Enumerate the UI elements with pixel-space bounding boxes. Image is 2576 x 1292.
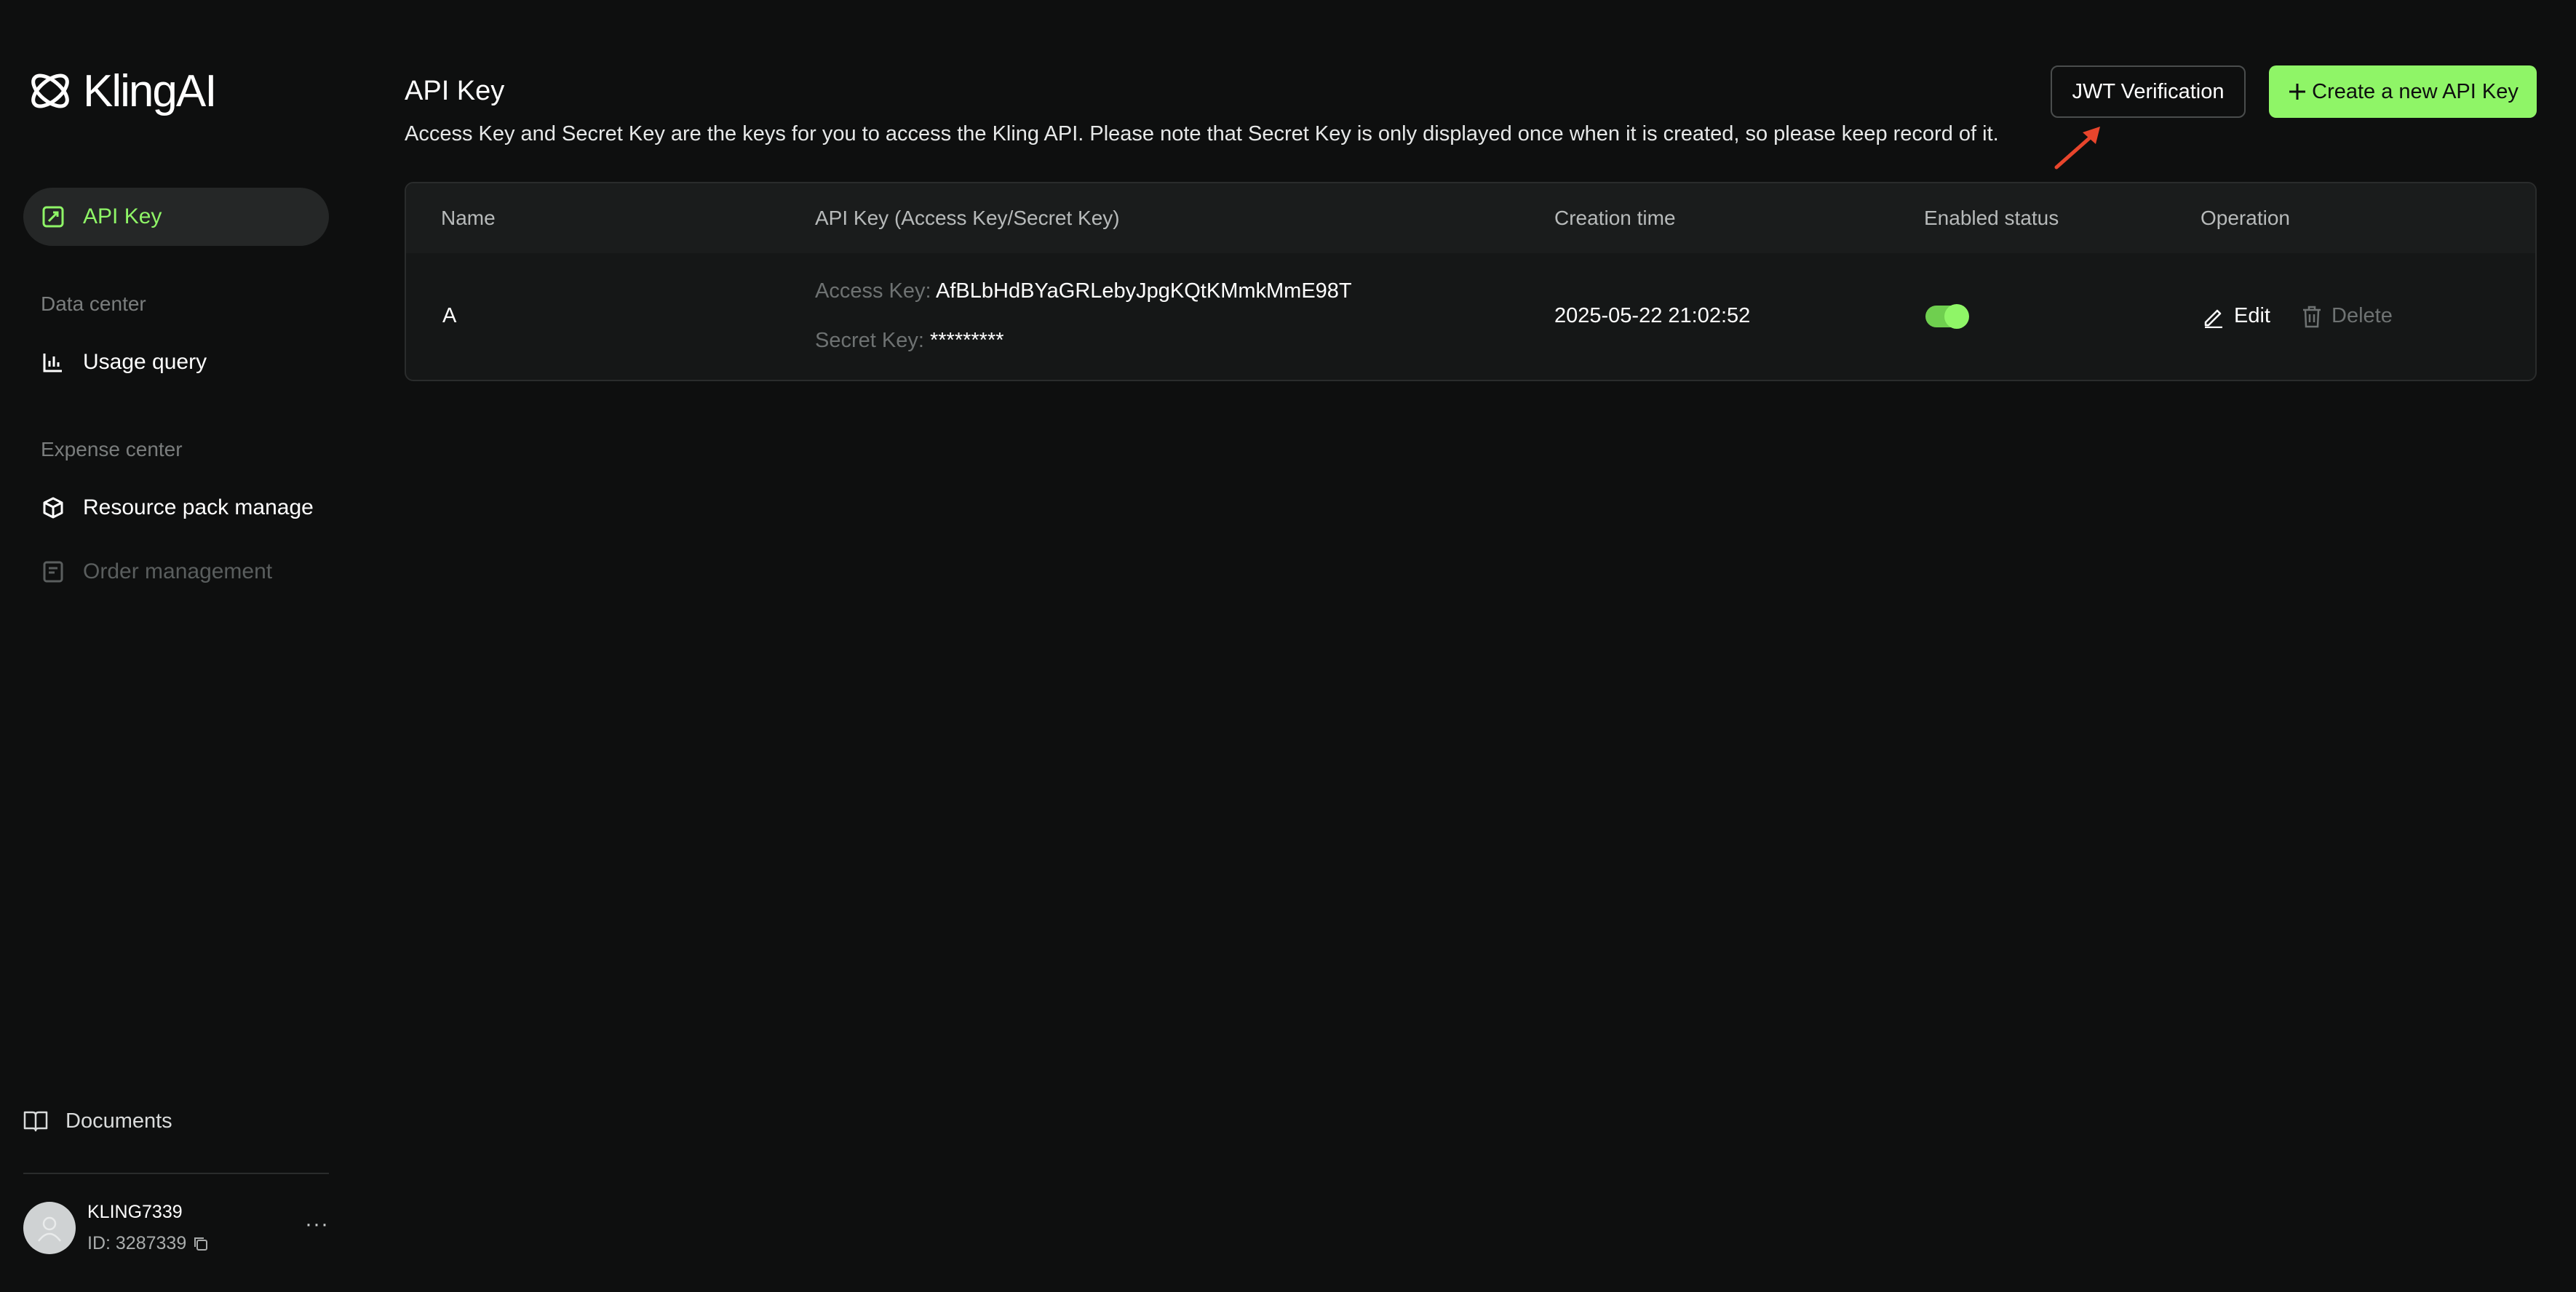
access-key-value: AfBLbHdBYaGRLebyJpgKQtKMmkMmE98T xyxy=(936,279,1352,303)
kling-logo-icon xyxy=(31,73,69,108)
secret-key-label: Secret Key: xyxy=(815,329,924,352)
section-label-data-center: Data center xyxy=(41,292,146,315)
user-id-text: ID: 3287339 xyxy=(87,1233,187,1253)
enabled-toggle[interactable] xyxy=(1925,304,1969,329)
sidebar-item-usage-query[interactable]: Usage query xyxy=(23,333,329,391)
documents-link[interactable]: Documents xyxy=(23,1104,172,1138)
secret-key-cell: Secret Key: ********* xyxy=(815,329,1004,353)
delete-label: Delete xyxy=(2331,304,2393,327)
sidebar: KlingAI API Key Data center Usage query … xyxy=(0,0,364,1292)
kling-logo[interactable]: KlingAI xyxy=(25,64,217,118)
sidebar-item-label: Usage query xyxy=(83,350,207,374)
book-icon xyxy=(23,1111,48,1132)
table-header: Name API Key (Access Key/Secret Key) Cre… xyxy=(406,183,2535,253)
package-icon xyxy=(41,495,65,520)
order-list-icon xyxy=(41,559,65,584)
access-key-label: Access Key: xyxy=(815,279,931,303)
page-title: API Key xyxy=(405,76,505,106)
user-name: KLING7339 xyxy=(87,1202,183,1222)
row-name: A xyxy=(442,304,457,327)
toggle-knob xyxy=(1944,304,1969,329)
sidebar-item-order-management[interactable]: Order management xyxy=(23,543,329,601)
sidebar-item-label: API Key xyxy=(83,204,162,228)
page-description: Access Key and Secret Key are the keys f… xyxy=(405,122,1999,145)
pencil-icon xyxy=(2204,309,2222,328)
sidebar-item-label: Resource pack manage xyxy=(83,495,314,519)
avatar[interactable] xyxy=(23,1202,76,1254)
column-header-operation: Operation xyxy=(2201,207,2290,229)
create-api-key-button[interactable]: Create a new API Key xyxy=(2269,65,2537,118)
edit-button[interactable]: Edit xyxy=(2202,304,2270,328)
access-key-cell[interactable]: Access Key: AfBLbHdBYaGRLebyJpgKQtKMmkMm… xyxy=(815,279,1352,303)
jwt-verification-button[interactable]: JWT Verification xyxy=(2051,65,2246,118)
plus-icon xyxy=(2289,84,2306,100)
sidebar-item-api-key[interactable]: API Key xyxy=(23,188,329,246)
key-edit-icon xyxy=(41,204,65,229)
api-key-table: Name API Key (Access Key/Secret Key) Cre… xyxy=(405,182,2537,381)
sidebar-divider xyxy=(23,1173,329,1174)
sidebar-item-resource-pack[interactable]: Resource pack manage xyxy=(23,479,329,537)
create-api-key-label: Create a new API Key xyxy=(2312,79,2519,103)
brand-name: KlingAI xyxy=(83,65,217,116)
edit-label: Edit xyxy=(2234,304,2270,327)
documents-label: Documents xyxy=(65,1109,172,1133)
column-header-creation-time: Creation time xyxy=(1554,207,1676,229)
user-id: ID: 3287339 xyxy=(87,1233,210,1254)
more-options-button[interactable]: ··· xyxy=(305,1212,329,1237)
copy-icon[interactable] xyxy=(192,1235,210,1253)
delete-button[interactable]: Delete xyxy=(2301,304,2393,328)
column-header-enabled-status: Enabled status xyxy=(1924,207,2059,229)
trash-icon xyxy=(2303,306,2321,327)
column-header-api-key: API Key (Access Key/Secret Key) xyxy=(815,207,1120,229)
secret-key-value: ********* xyxy=(929,329,1004,352)
creation-time: 2025-05-22 21:02:52 xyxy=(1554,304,1751,327)
annotation-arrow-icon xyxy=(2054,127,2100,170)
section-label-expense-center: Expense center xyxy=(41,438,183,460)
user-profile[interactable]: KLING7339 ID: 3287339 ··· xyxy=(23,1199,329,1257)
bar-chart-icon xyxy=(41,350,65,375)
user-icon xyxy=(38,1216,61,1242)
sidebar-item-label: Order management xyxy=(83,559,273,583)
column-header-name: Name xyxy=(441,207,496,229)
